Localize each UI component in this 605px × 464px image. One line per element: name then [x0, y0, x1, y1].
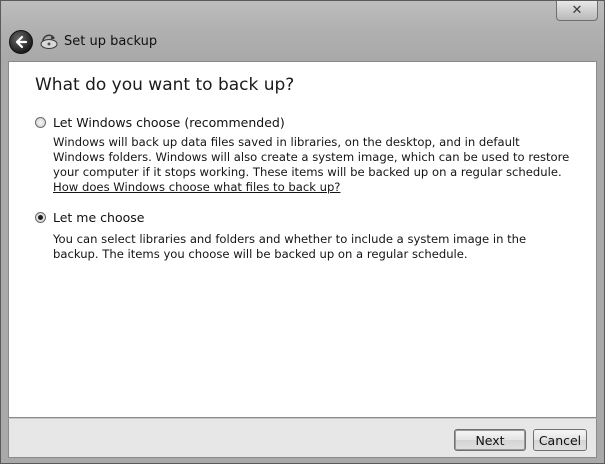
back-button[interactable]	[9, 30, 33, 54]
option-label: Let Windows choose (recommended)	[53, 115, 285, 130]
option-label: Let me choose	[53, 210, 145, 225]
close-button[interactable]: ✕	[556, 1, 598, 21]
description-text: Windows will back up data files saved in…	[53, 135, 570, 179]
close-icon: ✕	[571, 3, 583, 18]
option-let-me-choose[interactable]: Let me choose	[35, 210, 144, 225]
radio-let-windows-choose[interactable]	[35, 117, 46, 128]
option-description: You can select libraries and folders and…	[53, 232, 573, 262]
next-button[interactable]: Next	[454, 429, 526, 451]
cancel-button[interactable]: Cancel	[533, 429, 587, 451]
content-pane: What do you want to back up? Let Windows…	[8, 61, 597, 418]
page-heading: What do you want to back up?	[35, 75, 295, 95]
description-text: You can select libraries and folders and…	[53, 232, 527, 261]
back-arrow-icon	[15, 35, 28, 49]
option-description: Windows will back up data files saved in…	[53, 135, 573, 195]
help-link[interactable]: How does Windows choose what files to ba…	[53, 180, 340, 194]
backup-icon	[40, 34, 58, 49]
setup-backup-window: ✕ Set up backup What do you want to back…	[0, 0, 605, 464]
radio-let-me-choose[interactable]	[35, 212, 46, 223]
window-title: Set up backup	[64, 34, 158, 49]
title-bar: ✕ Set up backup	[1, 1, 604, 61]
button-bar: Next Cancel	[8, 418, 597, 458]
option-let-windows-choose[interactable]: Let Windows choose (recommended)	[35, 115, 285, 130]
